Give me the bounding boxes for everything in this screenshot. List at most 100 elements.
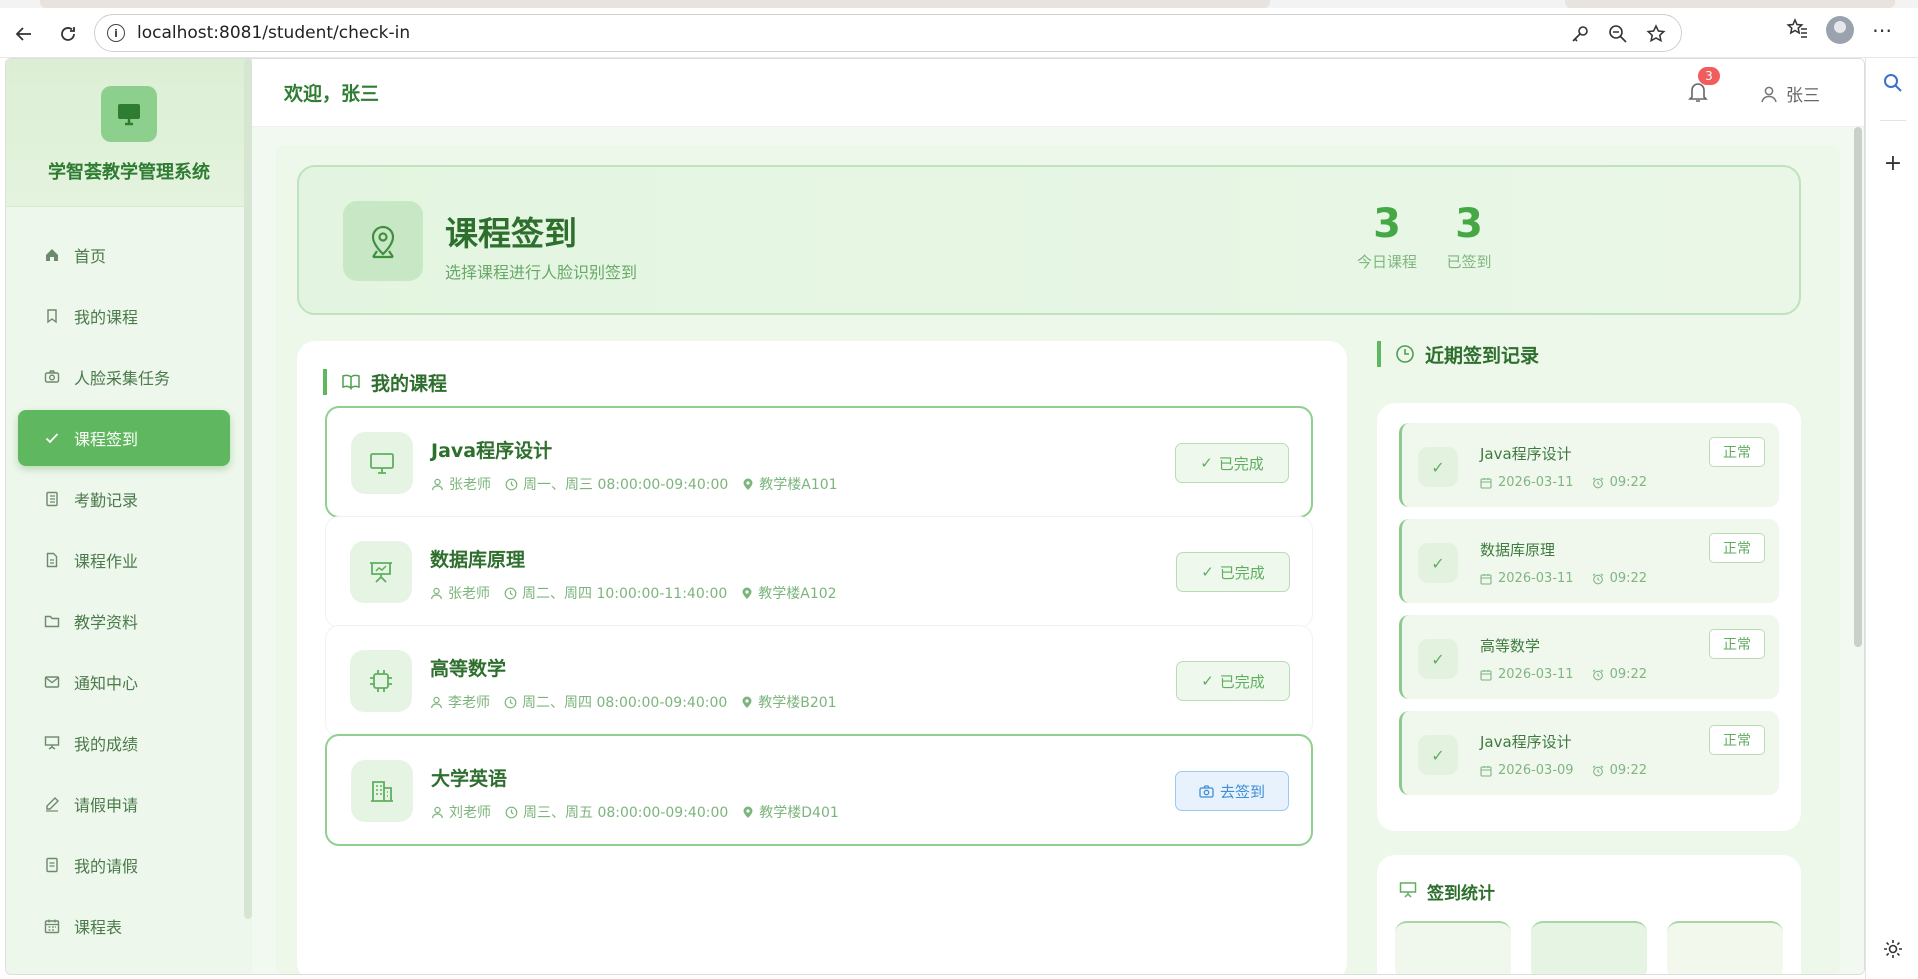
- calendar-icon: [42, 916, 62, 936]
- course-card[interactable]: 高等数学 李老师 周二、周四 08:00:00-09:40:00 教学楼B201…: [325, 625, 1313, 737]
- main-area: 欢迎，张三 3 张三 课程签到 选择课程进行人脸识别签到 3 今日课程 3 已签…: [252, 59, 1864, 974]
- building-icon: [351, 760, 413, 822]
- course-meta: 李老师 周二、周四 08:00:00-09:40:00 教学楼B201: [430, 692, 837, 712]
- check-icon: ✓: [1201, 672, 1214, 690]
- document-icon: [42, 550, 62, 570]
- my-courses-panel: 我的课程 Java程序设计 张老师 周一、周三 08:00:00-09:40:0…: [297, 341, 1347, 974]
- course-time: 周二、周四 10:00:00-11:40:00: [522, 586, 728, 602]
- check-icon: ✓: [1418, 639, 1458, 679]
- recent-checkin-records: ✓ Java程序设计 2026-03-11 09:22 正常 ✓ 数据库原理 2…: [1377, 403, 1801, 831]
- add-icon[interactable]: +: [1880, 150, 1906, 176]
- sidebar-item-my-courses[interactable]: 我的课程: [18, 288, 230, 344]
- button-label: 已完成: [1219, 672, 1265, 691]
- course-card[interactable]: 大学英语 刘老师 周三、周五 08:00:00-09:40:00 教学楼D401…: [325, 734, 1313, 846]
- alarm-clock-icon: [1592, 573, 1603, 584]
- sidebar: 学智荟教学管理系统 首页 我的课程 人脸采集任务 课程签到 考勤记录 课程作业 …: [6, 59, 252, 974]
- sidebar-item-grades[interactable]: 我的成绩: [18, 715, 230, 771]
- sidebar-item-label: 课程签到: [74, 430, 139, 449]
- sidebar-item-label: 课程表: [74, 918, 123, 937]
- sidebar-item-homework[interactable]: 课程作业: [18, 532, 230, 588]
- sidebar-item-face-capture[interactable]: 人脸采集任务: [18, 349, 230, 405]
- record-meta: 2026-03-09 09:22: [1480, 763, 1647, 778]
- stat-tile: [1667, 921, 1783, 974]
- sidebar-item-course-checkin[interactable]: 课程签到: [18, 410, 230, 466]
- page-title: 课程签到: [445, 214, 577, 253]
- sidebar-item-label: 我的成绩: [74, 735, 139, 754]
- course-teacher: 张老师: [449, 477, 491, 493]
- status-badge: 正常: [1709, 533, 1765, 563]
- sidebar-item-leave-apply[interactable]: 请假申请: [18, 776, 230, 832]
- folder-icon: [42, 611, 62, 631]
- course-time: 周三、周五 08:00:00-09:40:00: [523, 805, 729, 821]
- course-meta: 张老师 周一、周三 08:00:00-09:40:00 教学楼A101: [431, 474, 838, 494]
- sidebar-item-materials[interactable]: 教学资料: [18, 593, 230, 649]
- sidebar-item-label: 教学资料: [74, 613, 139, 632]
- profile-avatar-icon[interactable]: [1826, 16, 1854, 44]
- brand-header: 学智荟教学管理系统: [6, 59, 252, 207]
- record-item: ✓ 数据库原理 2026-03-11 09:22 正常: [1399, 519, 1779, 603]
- list-icon: [42, 855, 62, 875]
- go-checkin-button[interactable]: 去签到: [1175, 771, 1289, 811]
- stat-today-courses: 3 今日课程: [1347, 201, 1427, 272]
- camera-icon: [1199, 784, 1214, 798]
- check-icon: ✓: [1200, 454, 1213, 472]
- presentation-board-icon: [350, 541, 412, 603]
- button-label: 已完成: [1218, 454, 1264, 473]
- monitor-logo-icon: [101, 86, 157, 142]
- back-icon[interactable]: [6, 16, 42, 52]
- check-icon: ✓: [1418, 735, 1458, 775]
- sidebar-scrollbar[interactable]: [244, 59, 252, 919]
- sidebar-item-my-leave[interactable]: 我的请假: [18, 837, 230, 893]
- user-menu[interactable]: 张三: [1760, 81, 1820, 106]
- settings-gear-icon[interactable]: [1880, 936, 1906, 962]
- top-header: 欢迎，张三: [252, 59, 1864, 127]
- presentation-icon: [1399, 882, 1417, 898]
- address-bar[interactable]: i localhost:8081/student/check-in: [94, 14, 1682, 52]
- sidebar-item-home[interactable]: 首页: [18, 227, 230, 283]
- check-icon: ✓: [1418, 543, 1458, 583]
- zoom-out-icon[interactable]: [1607, 23, 1629, 45]
- record-time: 09:22: [1609, 475, 1648, 490]
- clock-icon: [504, 696, 517, 708]
- sidebar-item-label: 我的课程: [74, 308, 139, 327]
- sidebar-item-timetable[interactable]: 课程表: [18, 898, 230, 954]
- course-teacher: 李老师: [448, 695, 490, 711]
- location-pin-icon: [343, 201, 423, 281]
- course-completed-button[interactable]: ✓ 已完成: [1175, 443, 1289, 483]
- more-menu-icon[interactable]: ⋯: [1872, 18, 1892, 42]
- camera-icon: [42, 367, 62, 387]
- stat-label: 今日课程: [1356, 253, 1417, 271]
- sidebar-item-label: 人脸采集任务: [74, 369, 171, 388]
- calendar-icon: [1480, 765, 1492, 777]
- site-info-icon[interactable]: i: [107, 24, 125, 42]
- alarm-clock-icon: [1592, 669, 1603, 680]
- course-card[interactable]: 数据库原理 张老师 周二、周四 10:00:00-11:40:00 教学楼A10…: [325, 516, 1313, 628]
- clock-icon: [505, 806, 518, 818]
- record-time: 09:22: [1609, 667, 1648, 682]
- sidebar-item-attendance[interactable]: 考勤记录: [18, 471, 230, 527]
- search-icon[interactable]: [1880, 70, 1906, 96]
- sidebar-item-label: 请假申请: [74, 796, 139, 815]
- record-course: 数据库原理: [1480, 541, 1556, 559]
- favorite-star-icon[interactable]: [1645, 23, 1667, 45]
- course-completed-button[interactable]: ✓ 已完成: [1176, 661, 1290, 701]
- course-completed-button[interactable]: ✓ 已完成: [1176, 552, 1290, 592]
- alarm-clock-icon: [1592, 477, 1603, 488]
- favorites-icon[interactable]: [1786, 17, 1808, 43]
- reload-icon[interactable]: [50, 16, 86, 52]
- record-time: 09:22: [1609, 571, 1648, 586]
- home-icon: [42, 245, 62, 265]
- course-card[interactable]: Java程序设计 张老师 周一、周三 08:00:00-09:40:00 教学楼…: [325, 406, 1313, 518]
- stat-value: 3: [1373, 201, 1401, 247]
- record-course: Java程序设计: [1480, 445, 1572, 463]
- browser-tab[interactable]: [40, 0, 1270, 8]
- main-scrollbar[interactable]: [1854, 127, 1862, 647]
- sidebar-item-notifications[interactable]: 通知中心: [18, 654, 230, 710]
- browser-tab[interactable]: [1565, 0, 1895, 8]
- clock-icon: [504, 587, 517, 599]
- sidebar-item-label: 课程作业: [74, 552, 139, 571]
- checkin-hero-card: 课程签到 选择课程进行人脸识别签到 3 今日课程 3 已签到: [297, 165, 1801, 315]
- key-icon[interactable]: [1569, 23, 1591, 45]
- stat-checked-in: 3 已签到: [1429, 201, 1509, 272]
- check-icon: [42, 428, 62, 448]
